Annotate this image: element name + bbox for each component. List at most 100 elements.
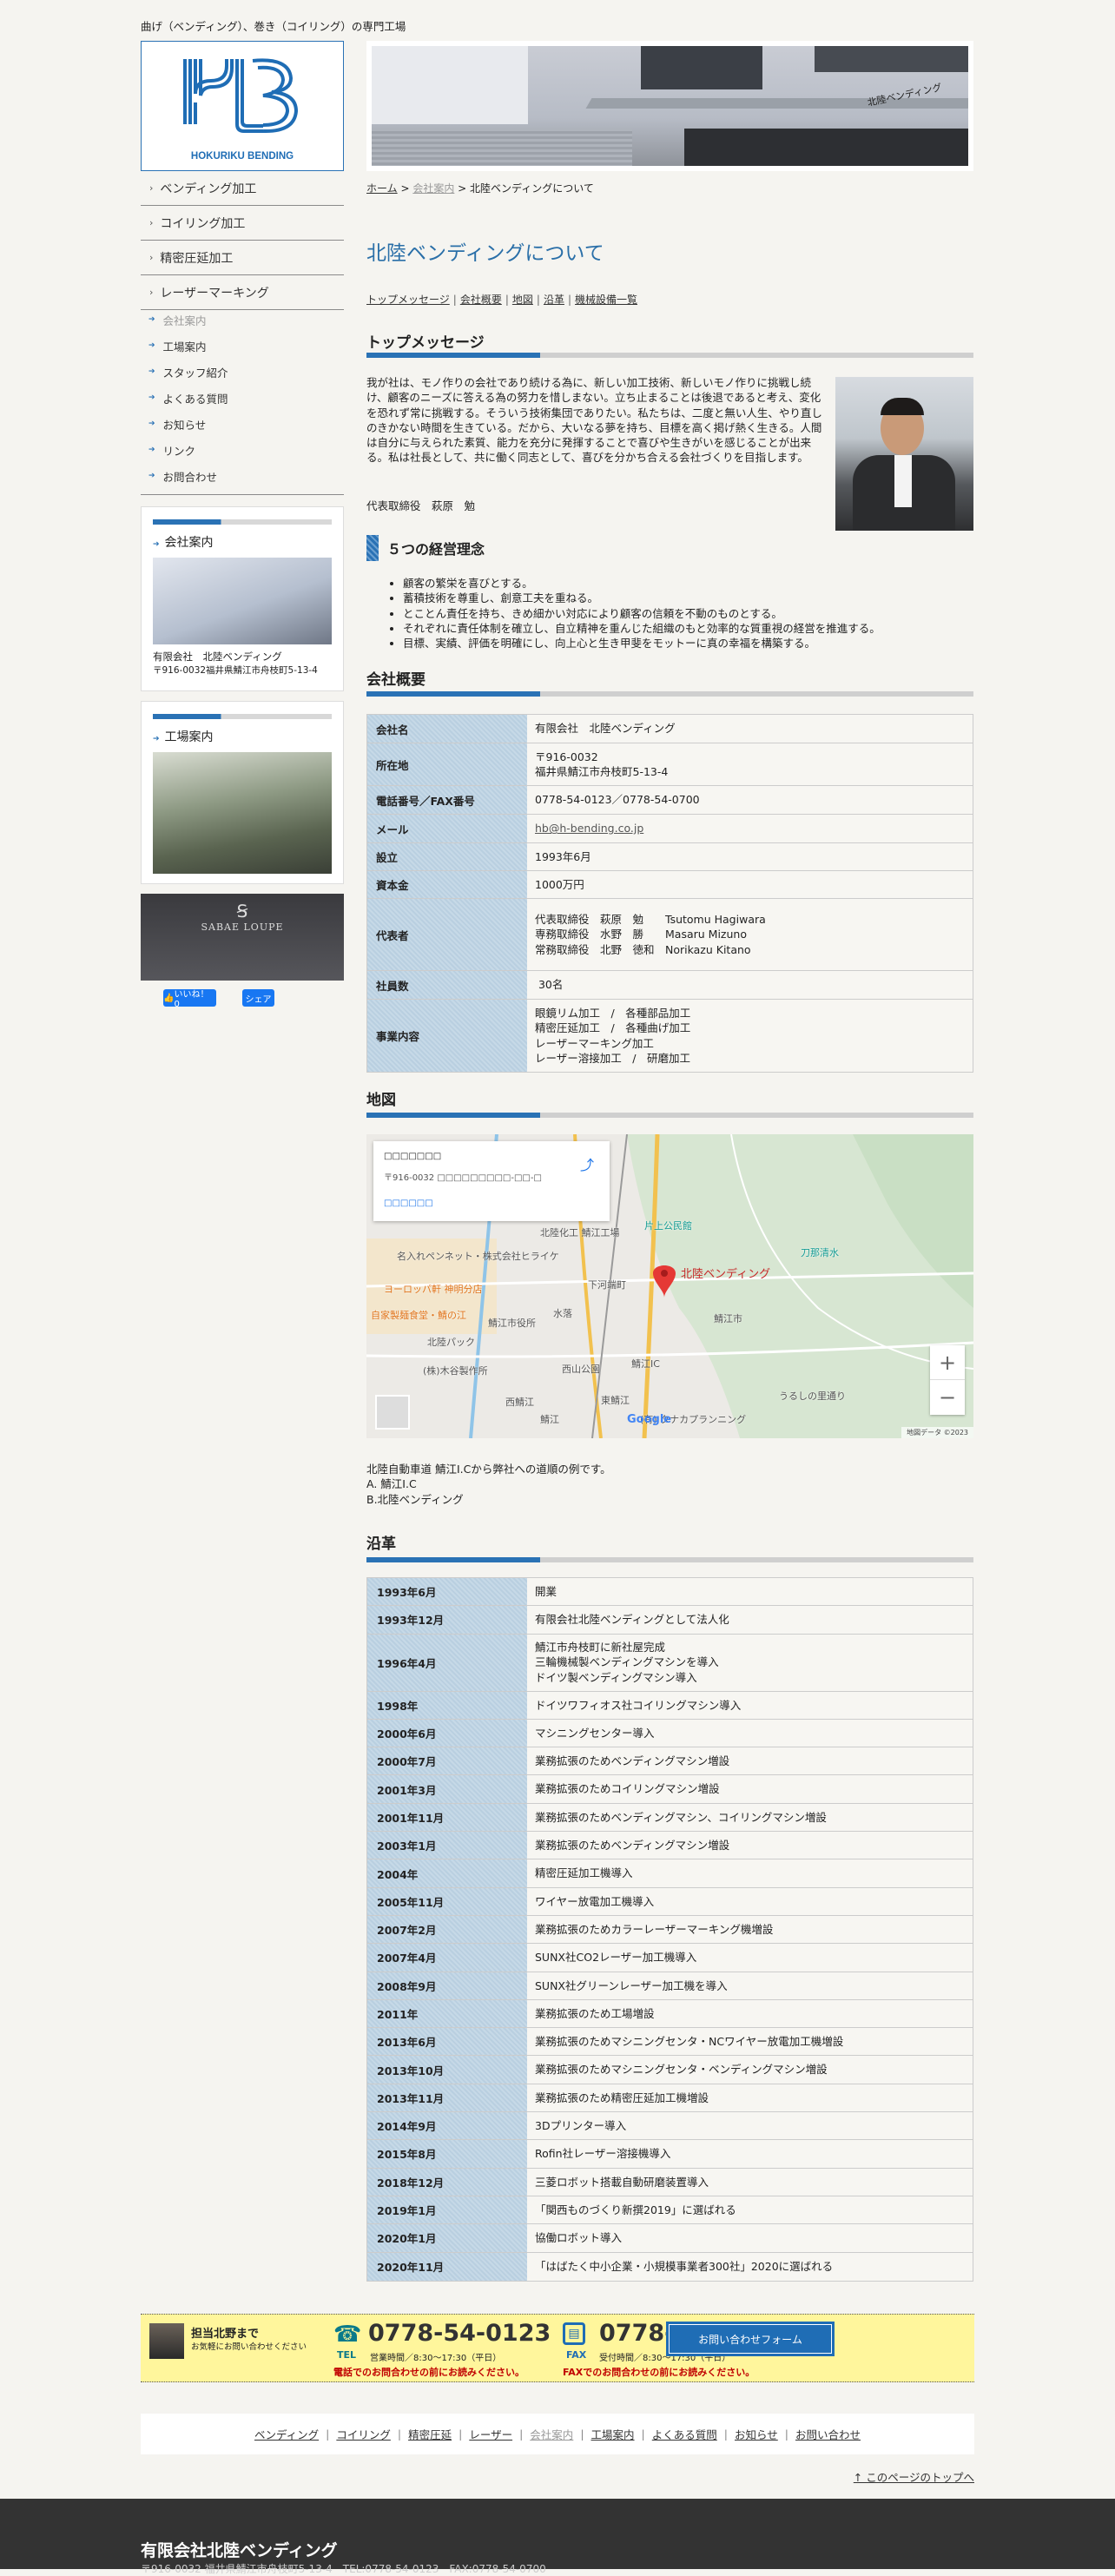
history-event: 精密圧延加工機導入: [527, 1859, 973, 1886]
anchor-link[interactable]: 会社概要: [460, 294, 502, 306]
map-place-label: 鯖江市役所: [488, 1318, 536, 1329]
history-date: 2014年9月: [367, 2112, 527, 2140]
footer-nav-link[interactable]: 精密圧延: [408, 2426, 452, 2442]
box-title: 工場案内: [164, 730, 214, 744]
sub-nav-label: リンク: [162, 444, 196, 458]
event-text: 業務拡張のためベンディングマシン増設: [535, 1754, 730, 1768]
email-link[interactable]: hb@h-bending.co.jp: [535, 821, 973, 836]
table-row: 2013年10月 業務拡張のためマシニングセンタ・ベンディングマシン増設: [367, 2056, 973, 2084]
map-place-label: 西鯖江: [505, 1397, 534, 1408]
table-row: 2001年3月 業務拡張のためコイリングマシン増設: [367, 1775, 973, 1804]
contact-form-button[interactable]: お問い合わせフォーム: [666, 2322, 835, 2356]
company-caption-name: 有限会社 北陸ベンディング: [153, 651, 282, 663]
facebook-like-button[interactable]: 👍 いいね！ 0: [163, 989, 216, 1009]
history-date: 2011年: [367, 1999, 527, 2028]
heading-marker-icon: [366, 535, 379, 561]
history-date: 1993年6月: [367, 1578, 527, 1606]
telephone-icon: ☎: [333, 2322, 362, 2348]
footer-nav-link[interactable]: ベンディング: [254, 2426, 319, 2442]
map-info-popup: □□□□□□□ 〒916-0032 □□□□□□□□□-□□-□ □□□□□□ …: [373, 1141, 610, 1221]
map-directions: 北陸自動車道 鯖江I.Cから弊社への道順の例です。 A. 鯖江I.C B.北陸ベンデ…: [366, 1462, 611, 1507]
row-label: 資本金: [367, 871, 527, 898]
footer-nav-link[interactable]: お問い合わせ: [795, 2426, 861, 2442]
sidebar-sub-item[interactable]: ➔ リンク: [141, 437, 344, 463]
zoom-out-button[interactable]: −: [930, 1380, 965, 1414]
value-text: 1993年6月: [535, 849, 591, 863]
sidebar-nav-item[interactable]: › レーザーマーキング: [141, 275, 344, 310]
event-text: 「はばたく中小企業・小規模事業者300社」2020に選ばれる: [535, 2260, 834, 2274]
row-value: 代表取締役 萩原 勉 Tsutomu Hagiwara 専務取締役 水野 勝 M…: [527, 899, 973, 970]
fax-notice-link[interactable]: FAXでのお問合わせの前にお読みください。: [563, 2365, 755, 2379]
table-row: 社員数 30名: [367, 971, 973, 1000]
footer-nav-link[interactable]: コイリング: [336, 2426, 391, 2442]
footer-nav-link[interactable]: お知らせ: [735, 2426, 778, 2442]
map-place-label: 刀那清水: [801, 1247, 839, 1258]
sub-nav-label: お問合わせ: [162, 470, 218, 484]
footer-company-name: 有限会社北陸ベンディング: [141, 2541, 338, 2560]
arrow-icon: ➔: [148, 367, 155, 376]
history-date: 2007年4月: [367, 1944, 527, 1972]
footer-nav-link[interactable]: 会社案内: [530, 2426, 573, 2442]
heading-bar: [366, 691, 973, 697]
tel-number[interactable]: 0778-54-0123: [368, 2320, 551, 2347]
map-layer-toggle[interactable]: [375, 1395, 410, 1430]
history-date: 1993年12月: [367, 1606, 527, 1634]
google-map[interactable]: □□□□□□□ 〒916-0032 □□□□□□□□□-□□-□ □□□□□□ …: [366, 1134, 973, 1438]
sidebar-nav-item[interactable]: › コイリング加工: [141, 206, 344, 241]
directions-icon[interactable]: ⤴: [580, 1153, 594, 1174]
map-place-label: 北陸化工 鯖江工場: [540, 1227, 620, 1238]
back-to-top-link[interactable]: ↑ このページのトップへ: [854, 2468, 974, 2485]
separator: |: [452, 294, 457, 306]
separator: |: [505, 294, 509, 306]
arrow-icon: ➔: [148, 419, 155, 428]
footer-nav-link[interactable]: 工場案内: [591, 2426, 635, 2442]
contact-banner: 担当北野まで お気軽にお問い合わせください ☎ 0778-54-0123 TEL…: [141, 2314, 974, 2382]
zoom-in-button[interactable]: +: [930, 1345, 965, 1380]
history-event: Rofin社レーザー溶接機導入: [527, 2140, 973, 2167]
google-logo: Google: [627, 1413, 672, 1426]
anchor-link[interactable]: 地図: [512, 294, 533, 306]
sidebar-sub-item[interactable]: ➔ お問合わせ: [141, 463, 344, 489]
sidebar-company-box[interactable]: ➔ 会社案内 有限会社 北陸ベンディング 〒916-0032福井県鯖江市舟枝町5-1…: [141, 506, 344, 691]
tel-notice-link[interactable]: 電話でのお問合わせの前にお読みください。: [333, 2365, 525, 2379]
arrow-icon: ➔: [148, 472, 155, 480]
sidebar-sub-item[interactable]: ➔ 会社案内: [141, 307, 344, 333]
table-row: 2008年9月 SUNX社グリーンレーザー加工機を導入: [367, 1972, 973, 2000]
breadcrumb-parent[interactable]: 会社案内: [412, 182, 454, 195]
sidebar-sub-item[interactable]: ➔ 工場案内: [141, 333, 344, 359]
facebook-share-button[interactable]: シェア: [242, 989, 274, 1007]
history-event: 業務拡張のためコイリングマシン増設: [527, 1775, 973, 1802]
map-place-label: 西山公園: [562, 1364, 600, 1375]
row-label: 会社名: [367, 715, 527, 743]
row-value: 〒916-0032 福井県鯖江市舟枝町5-13-4: [527, 743, 973, 785]
nav-label: コイリング加工: [160, 216, 246, 231]
event-text: マシニングセンター導入: [535, 1726, 655, 1740]
sidebar-nav-item[interactable]: › ベンディング加工: [141, 171, 344, 206]
site-logo[interactable]: HOKURIKU BENDING: [141, 41, 344, 171]
footer-nav-link[interactable]: よくある質問: [652, 2426, 717, 2442]
sabae-loupe-banner[interactable]: Ꞩ SABAE LOUPE: [141, 894, 344, 981]
breadcrumb-home[interactable]: ホーム: [366, 182, 398, 195]
sidebar-nav-item[interactable]: › 精密圧延加工: [141, 241, 344, 275]
site-footer: 有限会社北陸ベンディング 〒916-0032 福井県鯖江市舟枝町5-13-4 T…: [0, 2499, 1115, 2575]
separator: |: [326, 2427, 330, 2441]
anchor-link[interactable]: トップメッセージ: [366, 294, 450, 306]
event-text: 業務拡張のためマシニングセンタ・NCワイヤー放電加工機増設: [535, 2035, 844, 2049]
breadcrumb-current: 北陸ベンディングについて: [470, 182, 594, 195]
table-row: 2019年1月 「関西ものづくり新撰2019」に選ばれる: [367, 2196, 973, 2225]
sidebar-sub-item[interactable]: ➔ よくある質問: [141, 385, 344, 411]
history-date: 2001年3月: [367, 1775, 527, 1803]
table-row: 2011年 業務拡張のため工場増設: [367, 1999, 973, 2029]
sidebar-sub-item[interactable]: ➔ スタッフ紹介: [141, 359, 344, 385]
map-place-label: 水落: [553, 1308, 572, 1319]
anchor-link[interactable]: 沿革: [544, 294, 564, 306]
map-place-label: 鯖江IC: [631, 1358, 660, 1370]
sidebar-factory-box[interactable]: ➔ 工場案内: [141, 701, 344, 884]
footer-nav-link[interactable]: レーザー: [469, 2426, 512, 2442]
heading-bar: [366, 353, 973, 358]
history-event: 業務拡張のため工場増設: [527, 2000, 973, 2027]
sidebar-sub-item[interactable]: ➔ お知らせ: [141, 411, 344, 437]
anchor-link[interactable]: 機械設備一覧: [575, 294, 637, 306]
larger-map-link[interactable]: □□□□□□: [384, 1199, 599, 1208]
history-event: 3Dプリンター導入: [527, 2112, 973, 2139]
